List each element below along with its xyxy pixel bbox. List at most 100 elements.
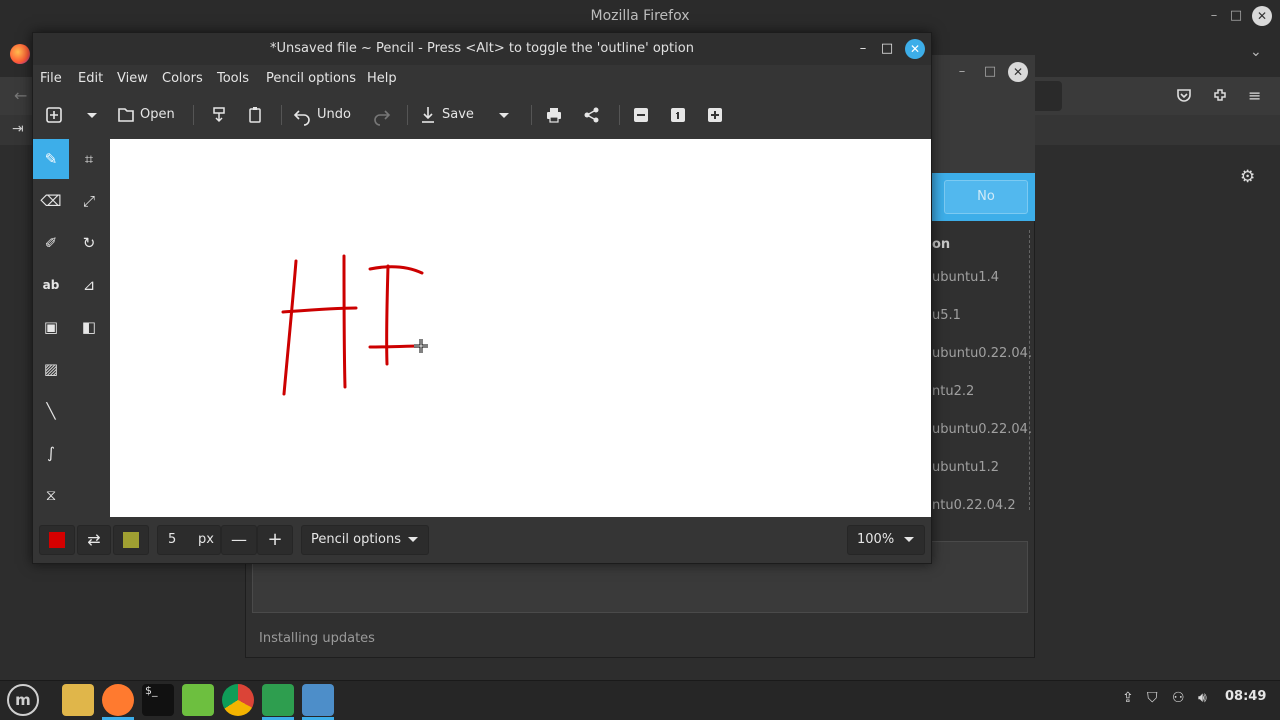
line-tool-icon[interactable]: ╲ (33, 391, 69, 431)
secondary-color-button[interactable] (113, 525, 149, 555)
no-button[interactable]: No (944, 180, 1028, 214)
list-item[interactable]: ntu0.22.04.2 (932, 498, 1032, 510)
update-minimize-button[interactable]: – (952, 62, 972, 82)
main-color-button[interactable] (39, 525, 75, 555)
toolbar-separator (531, 105, 532, 125)
list-item[interactable]: ubuntu0.22.04. (932, 422, 1032, 437)
menu-file[interactable]: File (40, 71, 62, 86)
zoom-value: 100% (857, 532, 895, 547)
toolbar-separator (407, 105, 408, 125)
pencil-taskbar-icon[interactable] (302, 684, 334, 716)
pencil-options-label: Pencil options (311, 532, 401, 547)
free-select-tool-icon[interactable]: ▨ (33, 349, 69, 389)
list-item[interactable]: ubuntu0.22.04. (932, 346, 1032, 361)
mint-menu-icon[interactable]: m (7, 684, 39, 716)
decrease-size-button[interactable]: — (221, 525, 257, 555)
print-icon[interactable] (545, 103, 563, 127)
redo-icon[interactable] (373, 103, 391, 127)
crop-tool-icon[interactable]: ⌗ (71, 139, 107, 179)
secondary-color-swatch (123, 532, 139, 548)
volume-icon[interactable]: 🔊︎ (1198, 690, 1207, 706)
tool-size-unit: px (198, 532, 214, 547)
pocket-icon[interactable] (1176, 87, 1192, 103)
increase-size-button[interactable]: + (257, 525, 293, 555)
rotate-tool-icon[interactable]: ↻ (71, 223, 107, 263)
swap-colors-icon[interactable]: ⇄ (77, 525, 111, 555)
list-item[interactable]: ubuntu1.2 (932, 460, 1032, 475)
update-maximize-button[interactable]: □ (980, 62, 1000, 82)
chrome-icon[interactable] (222, 684, 254, 716)
menu-colors[interactable]: Colors (162, 71, 203, 86)
back-arrow-icon[interactable]: ← (14, 86, 27, 105)
pencil-maximize-button[interactable]: □ (877, 39, 897, 59)
skew-tool-icon[interactable]: ⊿ (71, 265, 107, 305)
menu-view[interactable]: View (117, 71, 148, 86)
software-manager-icon[interactable] (182, 684, 214, 716)
firefox-window-title: Mozilla Firefox (590, 8, 690, 24)
zoom-out-icon[interactable] (633, 103, 651, 127)
network-icon[interactable]: ⚇ (1172, 690, 1185, 706)
list-item[interactable]: ubuntu1.4 (932, 270, 1032, 285)
new-file-dropdown-icon[interactable] (85, 103, 101, 127)
list-item[interactable]: ntu2.2 (932, 384, 1032, 399)
highlighter-tool-icon[interactable]: ✐ (33, 223, 69, 263)
undo-button[interactable]: Undo (317, 103, 351, 127)
drawing-canvas[interactable] (110, 139, 931, 517)
update-tray-icon[interactable]: ⇪ (1122, 690, 1134, 706)
pencil-tool-icon[interactable]: ✎ (33, 139, 69, 179)
text-tool-icon[interactable]: ab (33, 265, 69, 305)
chevron-down-icon (406, 526, 420, 565)
toolbar-separator (193, 105, 194, 125)
pencil-options-dropdown[interactable]: Pencil options (301, 525, 429, 555)
gear-icon[interactable]: ⚙ (1240, 167, 1255, 187)
open-button[interactable]: Open (140, 103, 175, 127)
import-icon[interactable] (211, 103, 229, 127)
pencil-minimize-button[interactable]: – (853, 39, 873, 59)
zoom-original-icon[interactable] (670, 103, 688, 127)
firefox-maximize-button[interactable]: □ (1226, 6, 1246, 26)
extensions-icon[interactable] (1212, 87, 1228, 103)
pencil-close-button[interactable]: ✕ (905, 39, 925, 59)
terminal-icon[interactable]: $_ (142, 684, 174, 716)
firefox-close-button[interactable]: ✕ (1252, 6, 1272, 26)
curve-tool-icon[interactable]: ∫ (33, 433, 69, 473)
scale-tool-icon[interactable]: ⤢ (71, 181, 107, 221)
hand-drawn-strokes (281, 254, 424, 396)
filters-tool-icon[interactable]: ◧ (71, 307, 107, 347)
update-close-button[interactable]: ✕ (1008, 62, 1028, 82)
crosshair-cursor-icon (414, 339, 428, 353)
sign-in-icon[interactable]: ⇥ (12, 121, 24, 137)
menu-pencil-options[interactable]: Pencil options (266, 71, 356, 86)
share-icon[interactable] (583, 103, 601, 127)
update-manager-taskbar-icon[interactable] (262, 684, 294, 716)
eraser-tool-icon[interactable]: ⌫ (33, 181, 69, 221)
hamburger-menu-icon[interactable]: ≡ (1248, 86, 1261, 105)
clipboard-icon[interactable] (247, 103, 265, 127)
zoom-in-icon[interactable] (707, 103, 725, 127)
rect-select-tool-icon[interactable]: ▣ (33, 307, 69, 347)
tool-size-input[interactable]: 5 px (157, 525, 221, 555)
menu-help[interactable]: Help (367, 71, 397, 86)
toolbar-separator (281, 105, 282, 125)
updates-column-header[interactable]: on (932, 237, 1032, 252)
firefox-logo-icon (10, 44, 30, 64)
list-item[interactable]: u5.1 (932, 308, 1032, 323)
zoom-dropdown[interactable]: 100% (847, 525, 925, 555)
shape-tool-icon[interactable]: ⧖ (33, 475, 69, 515)
menu-edit[interactable]: Edit (78, 71, 103, 86)
save-icon[interactable] (420, 103, 438, 127)
new-file-icon[interactable] (45, 103, 65, 127)
save-dropdown-icon[interactable] (497, 103, 513, 127)
open-folder-icon[interactable] (117, 103, 137, 127)
menu-tools[interactable]: Tools (217, 71, 249, 86)
files-icon[interactable] (62, 684, 94, 716)
chevron-down-icon[interactable]: ⌄ (1250, 44, 1262, 60)
tools-panel: ✎ ⌗ ⌫ ⤢ ✐ ↻ ab ⊿ ▣ ◧ ▨ ╲ ∫ ⧖ (33, 137, 110, 515)
firefox-minimize-button[interactable]: – (1204, 6, 1224, 26)
clock[interactable]: 08:49 (1225, 689, 1266, 704)
menubar: File Edit View Colors Tools Pencil optio… (33, 65, 931, 95)
firefox-taskbar-icon[interactable] (102, 684, 134, 716)
undo-icon[interactable] (293, 103, 311, 127)
save-button[interactable]: Save (442, 103, 474, 127)
shield-icon[interactable]: ⛉ (1147, 690, 1158, 706)
